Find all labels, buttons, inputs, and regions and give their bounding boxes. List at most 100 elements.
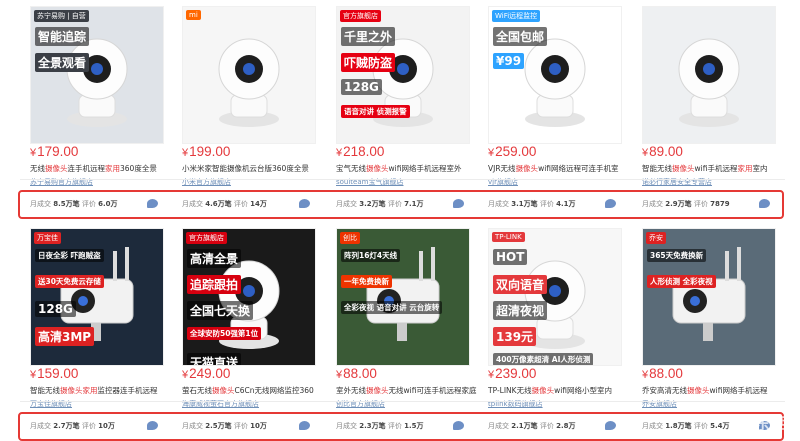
currency-symbol: ¥ [30,369,37,381]
price-value: 239.00 [495,366,537,381]
thumbnail-promo-text: 全彩夜视 语音对讲 云台旋转 [341,301,443,314]
thumbnail-badge: 官方旗舰店 [340,10,381,22]
product-price: ¥249.00 [182,366,230,381]
stats-highlight-box [18,190,784,219]
product-card[interactable]: 官方旗舰店 高清全景 追踪跟拍 全国七天换 全球安防50强第1位 天猫直送 ¥249.00 萤… [182,228,332,433]
product-thumbnail[interactable]: TP-LINK HOT 双向语音超清夜视 139元 400万像素超清 AI人形侦测 [488,228,622,366]
currency-symbol: ¥ [182,147,189,159]
product-card[interactable]: ¥89.00 智能无线摄像头wifi手机远程家用室内 诺必行家居安全专营店 月成交 2… [642,6,792,211]
thumbnail-badge: 创比 [340,232,360,244]
product-card[interactable]: 苏宁易购 | 自营 智能追踪 全景观看 ¥179.00 无线摄像头连手机远程家用360度… [30,6,180,211]
product-card[interactable]: 官方旗舰店 千里之外 吓贼防盗 128G 语音对讲 侦测报警 ¥218.00 宝气无线摄像头… [336,6,486,211]
product-card[interactable]: 乔安 365天免费换新 人形侦测 全彩夜视 ¥88.00 乔安高清无线摄像头wifi网络… [642,228,792,433]
thumbnail-badge: 苏宁易购 | 自营 [34,10,89,22]
thumbnail-promo-text: 全景观看 [35,53,90,72]
thumbnail-promo-text: 高清3MP [35,327,95,346]
camera-illustration [183,7,315,143]
thumbnail-promo-text: 送30天免费云存储 [35,275,104,288]
thumbnail-promo-text: 人形侦测 全彩夜视 [647,275,716,288]
product-card[interactable]: mi ¥199.00 小米米家智能摄像机云台版360度全景 小米官方旗舰店 月成交 4.… [182,6,332,211]
row-divider [20,179,785,180]
product-thumbnail[interactable] [642,6,776,144]
row-divider [20,401,785,402]
product-thumbnail[interactable]: WiFi远程监控全国包邮 ¥99 [488,6,622,144]
price-value: 159.00 [37,366,79,381]
currency-symbol: ¥ [642,147,649,159]
thumbnail-promo-text: 智能追踪 [35,27,90,46]
product-title-link[interactable]: 智能无线摄像头wifi手机远程家用室内 [642,163,792,174]
product-title-link[interactable]: VJR无线摄像头wifi网络远程可连手机室 [488,163,638,174]
price-value: 89.00 [649,144,683,159]
product-thumbnail[interactable]: 官方旗舰店 高清全景 追踪跟拍 全国七天换 全球安防50强第1位 天猫直送 [182,228,316,366]
product-price: ¥218.00 [336,144,384,159]
watermark-logo: 智东西 [735,414,790,433]
thumbnail-badge: mi [186,10,201,20]
product-thumbnail[interactable]: mi [182,6,316,144]
thumbnail-promo-text: 139元 [493,327,537,346]
thumbnail-promo-text: 128G [35,301,76,317]
thumbnail-badge: 乔安 [646,232,666,244]
currency-symbol: ¥ [336,147,343,159]
currency-symbol: ¥ [182,369,189,381]
product-thumbnail[interactable]: 乔安 365天免费换新 人形侦测 全彩夜视 [642,228,776,366]
product-card[interactable]: 创比 阵列16灯4天线 一年免费换新 全彩夜视 语音对讲 云台旋转 ¥88.00 室外无线… [336,228,486,433]
thumbnail-promo-text: 全国包邮 [493,27,548,46]
currency-symbol: ¥ [488,369,495,381]
price-value: 259.00 [495,144,537,159]
thumbnail-promo-text: HOT [493,249,528,265]
thumbnail-promo-text: 全国七天换 [187,301,254,320]
thumbnail-promo-text: 超清夜视 [493,301,548,320]
product-price: ¥239.00 [488,366,536,381]
thumbnail-promo-text: 高清全景 [187,249,242,268]
product-title-link[interactable]: 室外无线摄像头无线wifi可连手机远程家庭 [336,385,486,396]
price-value: 179.00 [37,144,79,159]
product-card[interactable]: TP-LINK HOT 双向语音 超清夜视 139元 400万像素超清 AI人形侦测 ¥23… [488,228,638,433]
product-price: ¥159.00 [30,366,78,381]
product-price: ¥89.00 [642,144,683,159]
thumbnail-promo-text: 语音对讲 侦测报警 [341,105,410,118]
product-thumbnail[interactable]: 官方旗舰店 千里之外 吓贼防盗 128G 语音对讲 侦测报警 [336,6,470,144]
thumbnail-promo-text: 双向语音 [493,275,548,294]
product-thumbnail[interactable]: 苏宁易购 | 自营智能追踪全景观看 [30,6,164,144]
product-price: ¥88.00 [642,366,683,381]
product-title-link[interactable]: 乔安高清无线摄像头wifi网络手机远程 [642,385,792,396]
thumbnail-promo-text: 365天免费换新 [647,249,707,262]
currency-symbol: ¥ [30,147,37,159]
stats-highlight-box [18,412,784,441]
product-title-link[interactable]: 宝气无线摄像头wifi网络手机远程室外 [336,163,486,174]
thumbnail-promo-text: 吓贼防盗 [341,53,396,72]
product-title-link[interactable]: 萤石无线摄像头C6Cn无线网络监控360 [182,385,332,396]
product-price: ¥179.00 [30,144,78,159]
product-title-link[interactable]: 智能无线摄像头家用监控器连手机远程 [30,385,180,396]
thumbnail-badge: TP-LINK [492,232,525,242]
thumbnail-promo-text: 日夜全彩 吓跑贼盗 [35,249,104,262]
currency-symbol: ¥ [488,147,495,159]
product-card[interactable]: 万宝佳日夜全彩 吓跑贼盗 送30天免费云存储 128G 高清3MP ¥159.00 智能无… [30,228,180,433]
product-title-link[interactable]: 小米米家智能摄像机云台版360度全景 [182,163,332,174]
product-price: ¥88.00 [336,366,377,381]
price-value: 88.00 [343,366,377,381]
price-value: 218.00 [343,144,385,159]
price-value: 88.00 [649,366,683,381]
thumbnail-badge: 万宝佳 [34,232,61,244]
thumbnail-badge: 官方旗舰店 [186,232,227,244]
product-card[interactable]: WiFi远程监控全国包邮 ¥99 ¥259.00 VJR无线摄像头wifi网络远程可连… [488,6,638,211]
product-title-link[interactable]: TP-LINK无线摄像头wifi网络小型室内 [488,385,638,396]
thumbnail-badge: WiFi远程监控 [492,10,541,22]
currency-symbol: ¥ [642,369,649,381]
thumbnail-promo-text: 一年免费换新 [341,275,392,288]
thumbnail-promo-text: 千里之外 [341,27,396,46]
product-grid: 苏宁易购 | 自营 智能追踪 全景观看 ¥179.00 无线摄像头连手机远程家用360度… [0,0,800,441]
product-thumbnail[interactable]: 万宝佳日夜全彩 吓跑贼盗 送30天免费云存储 128G 高清3MP [30,228,164,366]
product-thumbnail[interactable]: 创比阵列16灯4天线 一年免费换新全彩夜视 语音对讲 云台旋转 [336,228,470,366]
product-price: ¥259.00 [488,144,536,159]
thumbnail-promo-text: 400万像素超清 AI人形侦测 [493,353,594,365]
product-title-link[interactable]: 无线摄像头连手机远程家用360度全景 [30,163,180,174]
thumbnail-promo-text: 全球安防50强第1位 [187,327,262,340]
price-value: 199.00 [189,144,231,159]
thumbnail-promo-text: ¥99 [493,53,525,69]
thumbnail-promo-text: 追踪跟拍 [187,275,242,294]
currency-symbol: ¥ [336,369,343,381]
camera-illustration [643,7,775,143]
thumbnail-promo-text: 阵列16灯4天线 [341,249,401,262]
